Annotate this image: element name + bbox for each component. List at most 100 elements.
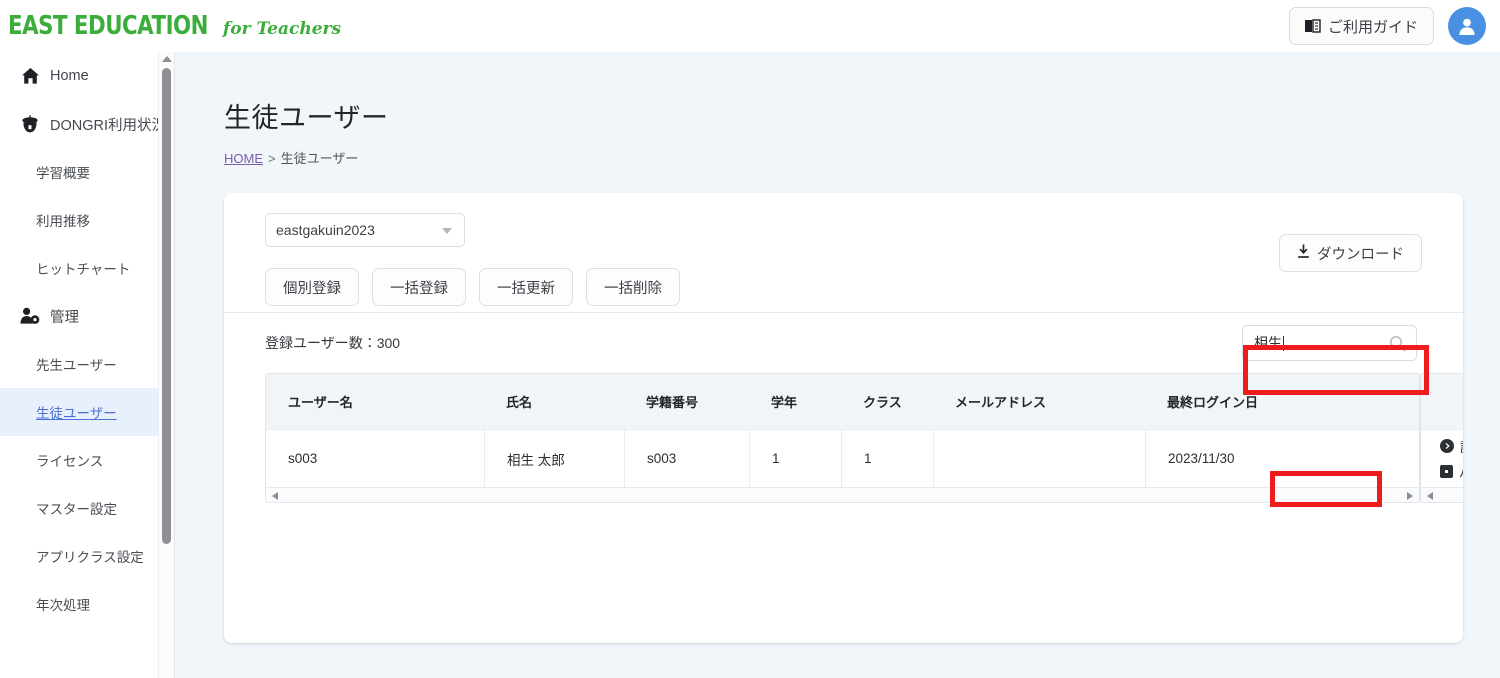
breadcrumb: HOME > 生徒ユーザー — [224, 148, 1500, 167]
data-table-wrapper: ユーザー名 氏名 学籍番号 学年 クラス メールアドレス 最終ログイン日 s003 相生 太郎… — [265, 373, 1420, 503]
sidebar-subitem-6[interactable]: 先生ユーザー — [0, 340, 174, 388]
user-guide-button[interactable]: ご利用ガイド — [1288, 7, 1434, 45]
header-actions: ご利用ガイド — [1288, 7, 1486, 45]
user-avatar-icon — [1459, 18, 1475, 35]
brand-logo: EAST EDUCATION for Teachers — [8, 11, 341, 41]
user-guide-label: ご利用ガイド — [1327, 18, 1418, 36]
breadcrumb-separator: > — [268, 151, 276, 166]
pinned-action-column: 詳細を見る パスワード変更 — [1420, 373, 1463, 503]
sidebar-subitem-7[interactable]: 生徒ユーザー — [0, 388, 174, 436]
sidebar-item-label: DONGRI利用状況 — [50, 117, 166, 134]
chevron-right-circle-icon — [1440, 439, 1454, 453]
search-field-wrapper: 相生 — [1242, 325, 1417, 361]
sidebar-item-label: 先生ユーザー — [36, 358, 117, 373]
table-header-row: ユーザー名 氏名 学籍番号 学年 クラス メールアドレス 最終ログイン日 — [266, 374, 1419, 429]
sidebar-item-5[interactable]: 管理 — [0, 292, 174, 340]
home-icon — [20, 67, 40, 85]
table-cell-1: 相生 太郎 — [484, 429, 624, 488]
pinned-scroll-left-arrow-icon[interactable] — [1427, 492, 1433, 500]
change-password-label: パスワード変更 — [1459, 462, 1463, 481]
download-label: ダウンロード — [1317, 246, 1404, 263]
sidebar-item-label: Home — [50, 68, 89, 84]
action-button-row: 個別登録 一括登録 一括更新 一括削除 — [265, 268, 1422, 306]
text-caret — [1283, 335, 1284, 351]
breadcrumb-current: 生徒ユーザー — [280, 151, 359, 166]
view-detail-link[interactable]: 詳細を見る — [1440, 437, 1463, 456]
sidebar-scroll-thumb[interactable] — [162, 68, 171, 544]
table-cell-6: 2023/11/30 — [1145, 429, 1285, 488]
sidebar-nav: Home DONGRI利用状況学習概要利用推移ヒットチャート管理先生ユーザー 生徒ユ… — [0, 52, 174, 628]
sidebar-subitem-9[interactable]: マスター設定 — [0, 484, 174, 532]
content-card: eastgakuin2023 個別登録 一括登録 一括更新 一括削除 ダウンロード 登… — [224, 193, 1463, 643]
chevron-down-icon — [442, 228, 452, 234]
table-header-cell-1[interactable]: 氏名 — [484, 392, 624, 411]
toolbar-button-3[interactable]: 一括削除 — [586, 268, 680, 306]
toolbar-button-0[interactable]: 個別登録 — [265, 268, 359, 306]
sidebar-subitem-4[interactable]: ヒットチャート — [0, 244, 174, 292]
brand-tagline: for Teachers — [222, 19, 342, 39]
sidebar-subitem-11[interactable]: 年次処理 — [0, 580, 174, 628]
user-gear-icon — [20, 307, 40, 325]
sidebar: Home DONGRI利用状況学習概要利用推移ヒットチャート管理先生ユーザー 生徒ユ… — [0, 52, 175, 678]
toolbar-button-2[interactable]: 一括更新 — [479, 268, 573, 306]
book-icon — [1304, 19, 1321, 33]
sidebar-subitem-2[interactable]: 学習概要 — [0, 148, 174, 196]
breadcrumb-home-link[interactable]: HOME — [224, 151, 263, 166]
sidebar-subitem-3[interactable]: 利用推移 — [0, 196, 174, 244]
table-row-actions: 詳細を見る パスワード変更 — [1421, 429, 1463, 487]
sidebar-subitem-8[interactable]: ライセンス — [0, 436, 174, 484]
avatar[interactable] — [1448, 7, 1486, 45]
table-row[interactable]: s003 相生 太郎 s003 1 1 2023/11/30 — [266, 429, 1419, 488]
sidebar-item-label: ライセンス — [36, 454, 104, 469]
sidebar-item-1[interactable]: DONGRI利用状況 — [0, 100, 174, 148]
school-select[interactable]: eastgakuin2023 — [265, 213, 465, 247]
sidebar-item-label: ヒットチャート — [36, 262, 131, 277]
change-password-link[interactable]: パスワード変更 — [1440, 462, 1463, 481]
download-button[interactable]: ダウンロード — [1279, 234, 1422, 272]
sidebar-item-label: アプリクラス設定 — [36, 550, 144, 565]
table-header-cell-4[interactable]: クラス — [841, 392, 933, 411]
table-horizontal-scrollbar[interactable] — [266, 487, 1419, 502]
sidebar-item-label: マスター設定 — [36, 502, 117, 517]
brand-name: EAST EDUCATION — [8, 11, 209, 41]
sidebar-item-label: 年次処理 — [36, 598, 90, 613]
table-cell-5 — [933, 429, 1145, 488]
registered-count-label: 登録ユーザー数：300 — [265, 335, 401, 351]
scroll-up-arrow-icon[interactable] — [162, 56, 172, 62]
search-icon — [1389, 335, 1406, 355]
school-select-value: eastgakuin2023 — [276, 222, 375, 238]
sidebar-scrollbar[interactable] — [158, 52, 174, 678]
acorn-icon — [20, 114, 40, 134]
table-cell-3: 1 — [749, 429, 841, 488]
sidebar-item-label: 学習概要 — [36, 166, 90, 181]
pinned-horizontal-scrollbar[interactable] — [1421, 487, 1463, 502]
data-table: ユーザー名 氏名 学籍番号 学年 クラス メールアドレス 最終ログイン日 s003 相生 太郎… — [265, 373, 1420, 503]
table-cell-4: 1 — [841, 429, 933, 488]
card-toolbar: eastgakuin2023 個別登録 一括登録 一括更新 一括削除 ダウンロード — [224, 193, 1463, 313]
sidebar-item-0[interactable]: Home — [0, 52, 174, 100]
scroll-left-arrow-icon[interactable] — [272, 492, 278, 500]
table-header-cell-3[interactable]: 学年 — [749, 392, 841, 411]
pinned-column-header — [1421, 374, 1463, 429]
table-header-cell-0[interactable]: ユーザー名 — [266, 392, 484, 411]
table-cell-2: s003 — [624, 429, 749, 488]
scroll-right-arrow-icon[interactable] — [1407, 492, 1413, 500]
table-header-cell-5[interactable]: メールアドレス — [933, 392, 1145, 411]
page-title: 生徒ユーザー — [224, 103, 389, 133]
top-header-bar: EAST EDUCATION for Teachers ご利用ガイド — [0, 0, 1500, 52]
search-input-value: 相生 — [1254, 335, 1282, 351]
sidebar-item-label: 生徒ユーザー — [36, 406, 117, 421]
sidebar-item-label: 管理 — [50, 309, 79, 326]
view-detail-label: 詳細を見る — [1460, 437, 1463, 456]
table-header-cell-6[interactable]: 最終ログイン日 — [1145, 392, 1285, 411]
download-icon — [1297, 244, 1310, 263]
key-square-icon — [1440, 464, 1453, 478]
table-cell-0: s003 — [288, 451, 318, 466]
search-input[interactable]: 相生 — [1242, 325, 1417, 361]
card-body: 登録ユーザー数：300 相生 ユーザー名 氏名 学籍番号 学年 クラス メールアドレス — [224, 313, 1463, 503]
sidebar-subitem-10[interactable]: アプリクラス設定 — [0, 532, 174, 580]
sidebar-item-label: 利用推移 — [36, 214, 90, 229]
table-header-cell-2[interactable]: 学籍番号 — [624, 392, 749, 411]
toolbar-button-1[interactable]: 一括登録 — [372, 268, 466, 306]
main-content: 生徒ユーザー HOME > 生徒ユーザー eastgakuin2023 個別登録 一括… — [175, 52, 1500, 678]
